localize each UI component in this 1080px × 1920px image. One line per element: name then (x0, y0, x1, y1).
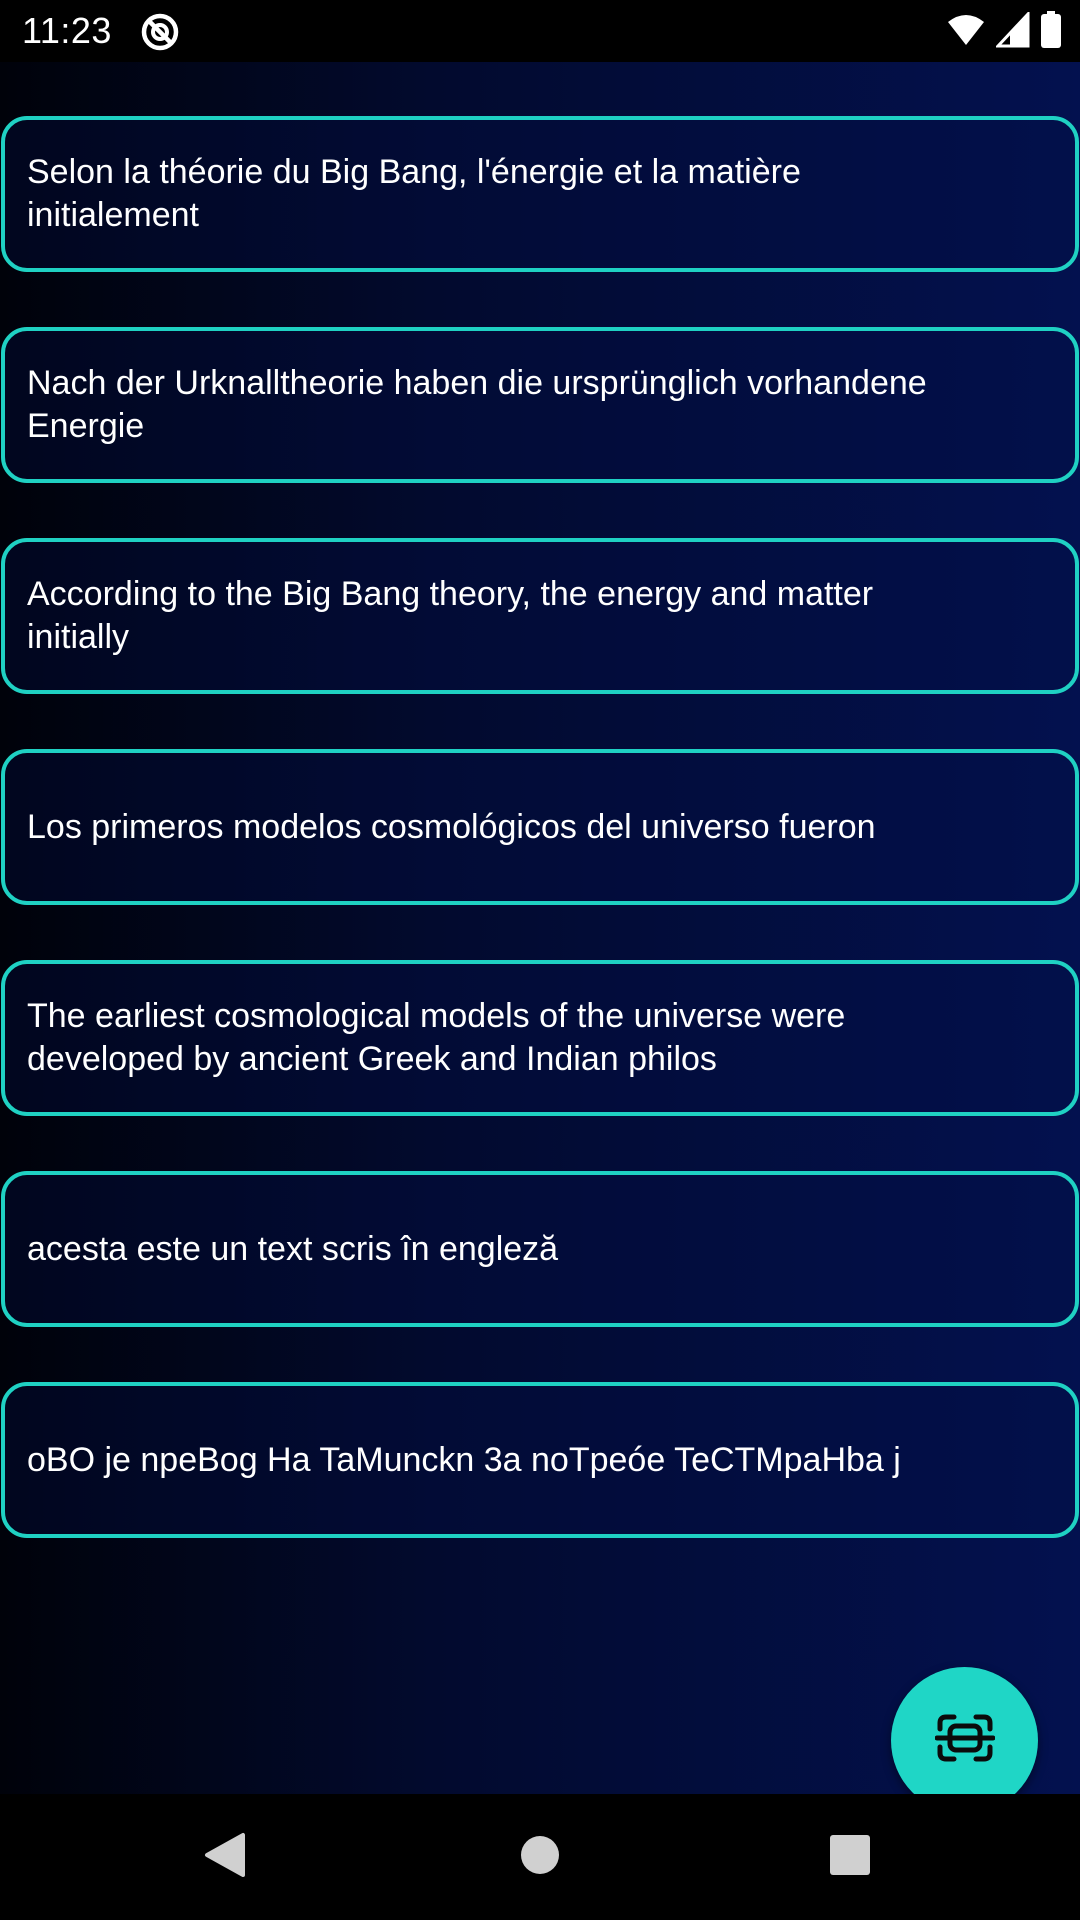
translation-card[interactable]: According to the Big Bang theory, the en… (1, 538, 1079, 694)
battery-icon (1040, 10, 1062, 54)
card-text: According to the Big Bang theory, the en… (27, 575, 874, 656)
main-content: Selon la théorie du Big Bang, l'énergie … (0, 62, 1080, 1814)
cellular-signal-icon (994, 9, 1030, 53)
card-text: Selon la théorie du Big Bang, l'énergie … (27, 153, 801, 234)
card-text: acesta este un text scris în engleză (27, 1229, 559, 1268)
system-nav-bar (0, 1794, 1080, 1920)
translation-card[interactable]: Nach der Urknalltheorie haben die ursprü… (1, 327, 1079, 483)
status-bar: 11:23 (0, 0, 1080, 62)
nav-recents-button[interactable] (815, 1822, 885, 1892)
text-scan-icon (934, 1713, 995, 1768)
home-icon (520, 1835, 560, 1880)
wifi-icon (946, 12, 986, 53)
status-time: 11:23 (22, 10, 112, 51)
translation-card[interactable]: acesta este un text scris în engleză (1, 1171, 1079, 1327)
card-text: The earliest cosmological models of the … (27, 997, 846, 1078)
app-notification-icon (140, 12, 180, 52)
translation-card[interactable]: The earliest cosmological models of the … (1, 960, 1079, 1116)
card-text: Nach der Urknalltheorie haben die ursprü… (27, 364, 927, 445)
card-text: Los primeros modelos cosmológicos del un… (27, 807, 876, 846)
scan-text-button[interactable] (891, 1667, 1038, 1814)
translation-card[interactable]: Selon la théorie du Big Bang, l'énergie … (1, 116, 1079, 272)
nav-back-button[interactable] (190, 1822, 260, 1892)
back-icon (203, 1831, 247, 1884)
translation-card[interactable]: oBO je npeBog Ha TaMunckn 3a noTpeóe TeC… (1, 1382, 1079, 1538)
card-text: oBO je npeBog Ha TaMunckn 3a noTpeóe TeC… (27, 1440, 901, 1479)
translation-list: Selon la théorie du Big Bang, l'énergie … (0, 116, 1080, 1593)
recents-icon (830, 1834, 870, 1880)
translation-card[interactable]: Los primeros modelos cosmológicos del un… (1, 749, 1079, 905)
nav-home-button[interactable] (505, 1822, 575, 1892)
